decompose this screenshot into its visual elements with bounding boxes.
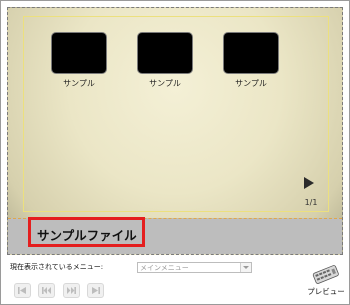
menu-title: サンプルファイル — [37, 229, 137, 243]
thumbnail-caption: サンプル — [235, 79, 267, 88]
thumbnail-caption: サンプル — [149, 79, 181, 88]
remote-control-icon — [312, 265, 339, 284]
last-icon — [92, 287, 100, 294]
next-page-arrow-icon[interactable] — [304, 177, 314, 189]
menu-select[interactable]: メインメニュー — [137, 262, 252, 273]
preview-label: プレビュー — [307, 287, 345, 296]
first-button[interactable] — [14, 283, 31, 298]
chevron-down-icon[interactable] — [240, 263, 251, 272]
thumbnail-2[interactable] — [137, 32, 193, 74]
previous-icon — [42, 287, 51, 294]
thumbnail-1[interactable] — [51, 32, 107, 74]
preview-button[interactable]: プレビュー — [305, 264, 345, 296]
previous-button[interactable] — [38, 283, 55, 298]
current-menu-label: 現在表示されているメニュー: — [10, 263, 104, 271]
next-icon — [67, 287, 76, 294]
thumbnail-caption: サンプル — [63, 79, 95, 88]
menu-editor-panel: サンプル サンプル サンプル 1/1 サンプルファイル 現在表示されているメニュ… — [0, 0, 350, 305]
thumbnail-3[interactable] — [223, 32, 279, 74]
menu-preview-stage: サンプル サンプル サンプル 1/1 サンプルファイル — [7, 7, 343, 255]
page-indicator: 1/1 — [304, 198, 318, 207]
first-icon — [18, 287, 26, 294]
title-highlight[interactable]: サンプルファイル — [28, 217, 145, 247]
menu-select-value: メインメニュー — [140, 264, 189, 272]
next-button[interactable] — [63, 283, 80, 298]
last-button[interactable] — [87, 283, 104, 298]
